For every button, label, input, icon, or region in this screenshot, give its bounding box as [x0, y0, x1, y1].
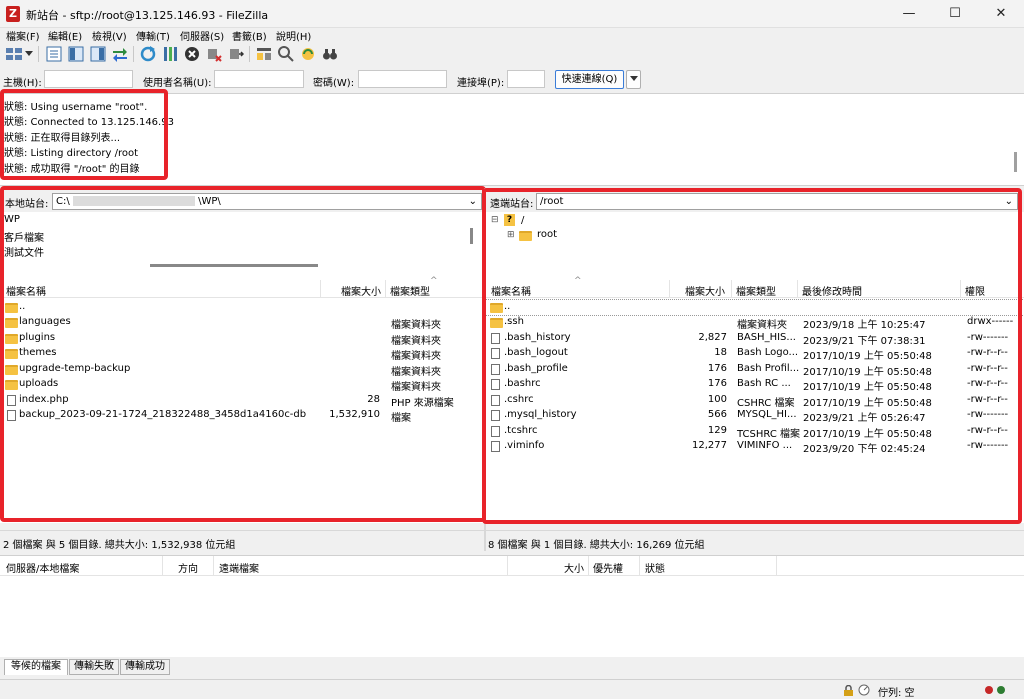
- tab-failed-transfers[interactable]: 傳輸失敗: [69, 659, 119, 675]
- quickconnect-dropdown-icon[interactable]: [626, 70, 641, 89]
- directory-comparison-icon[interactable]: [254, 44, 274, 64]
- column-divider[interactable]: [213, 556, 214, 576]
- tab-successful-transfers[interactable]: 傳輸成功: [120, 659, 170, 675]
- cancel-icon[interactable]: [182, 44, 202, 64]
- menu-bookmarks[interactable]: 書籤(B): [232, 28, 267, 43]
- remote-status-bar: 8 個檔案 與 1 個目錄. 總共大小: 16,269 位元組: [486, 530, 1024, 551]
- column-divider[interactable]: [588, 556, 589, 576]
- title-bar: Z 新站台 - sftp://root@13.125.146.93 - File…: [0, 0, 1024, 28]
- toolbar-divider: [38, 46, 39, 62]
- column-divider[interactable]: [507, 556, 508, 576]
- filezilla-icon: Z: [6, 6, 20, 22]
- menu-view[interactable]: 檢視(V): [92, 28, 127, 43]
- recv-led-icon: [985, 686, 993, 694]
- annotation-box-log: [0, 89, 168, 180]
- transfer-queue[interactable]: 伺服器/本地檔案 方向 遠端檔案 大小 優先權 狀態: [0, 555, 1024, 657]
- queue-status-text: 佇列: 空: [878, 688, 915, 699]
- queue-header-remote[interactable]: 遠端檔案: [219, 560, 259, 575]
- host-input[interactable]: [44, 70, 133, 88]
- toggle-remote-tree-icon[interactable]: [88, 44, 108, 64]
- menu-help[interactable]: 說明(H): [276, 28, 311, 43]
- tab-queued-files[interactable]: 等候的檔案: [4, 659, 68, 675]
- site-manager-icon[interactable]: [4, 44, 24, 64]
- process-queue-icon[interactable]: [160, 44, 180, 64]
- filter-icon[interactable]: [276, 44, 296, 64]
- reconnect-icon[interactable]: [226, 44, 246, 64]
- queue-header-direction[interactable]: 方向: [178, 560, 198, 575]
- maximize-icon[interactable]: ☐: [932, 0, 978, 28]
- column-divider[interactable]: [776, 556, 777, 576]
- toolbar-divider: [249, 46, 250, 62]
- local-status-bar: 2 個檔案 與 5 個目錄. 總共大小: 1,532,938 位元組: [0, 530, 484, 551]
- dropdown-arrow-icon[interactable]: [24, 44, 34, 64]
- password-input[interactable]: [358, 70, 447, 88]
- refresh-icon[interactable]: [138, 44, 158, 64]
- port-input[interactable]: [507, 70, 545, 88]
- remote-status-text: 8 個檔案 與 1 個目錄. 總共大小: 16,269 位元組: [488, 540, 705, 551]
- disconnect-icon[interactable]: [204, 44, 224, 64]
- lock-icon: [843, 684, 854, 696]
- queue-header: 伺服器/本地檔案 方向 遠端檔案 大小 優先權 狀態: [0, 556, 1024, 576]
- menu-file[interactable]: 檔案(F): [6, 28, 40, 43]
- password-label: 密碼(W):: [313, 78, 355, 89]
- port-label: 連接埠(P):: [457, 78, 505, 89]
- status-bar: 佇列: 空: [0, 679, 1024, 699]
- search-icon[interactable]: [320, 44, 340, 64]
- menu-transfer[interactable]: 傳輸(T): [136, 28, 170, 43]
- log-scrollbar[interactable]: [1014, 152, 1017, 172]
- window-title: 新站台 - sftp://root@13.125.146.93 - FileZi…: [26, 9, 269, 22]
- column-divider[interactable]: [162, 556, 163, 576]
- local-status-text: 2 個檔案 與 5 個目錄. 總共大小: 1,532,938 位元組: [3, 540, 236, 551]
- toolbar: [0, 42, 1024, 66]
- column-divider[interactable]: [639, 556, 640, 576]
- queue-header-status[interactable]: 狀態: [645, 560, 665, 575]
- quickconnect-button[interactable]: 快速連線(Q): [555, 70, 624, 89]
- close-icon[interactable]: ✕: [978, 0, 1024, 28]
- username-input[interactable]: [214, 70, 304, 88]
- send-led-icon: [997, 686, 1005, 694]
- queue-header-size[interactable]: 大小: [564, 560, 584, 575]
- queue-header-priority[interactable]: 優先權: [593, 560, 623, 575]
- menu-server[interactable]: 伺服器(S): [180, 28, 224, 43]
- annotation-box-remote: [482, 188, 1022, 524]
- menu-edit[interactable]: 編輯(E): [48, 28, 82, 43]
- minimize-icon[interactable]: —: [886, 0, 932, 28]
- toggle-queue-icon[interactable]: [110, 44, 130, 64]
- toggle-log-icon[interactable]: [44, 44, 64, 64]
- queue-header-local[interactable]: 伺服器/本地檔案: [6, 560, 79, 575]
- username-label: 使用者名稱(U):: [143, 78, 212, 89]
- sync-browse-icon[interactable]: [298, 44, 318, 64]
- speed-limit-icon[interactable]: [858, 684, 870, 696]
- annotation-box-local: [0, 186, 486, 522]
- toolbar-divider: [133, 46, 134, 62]
- toggle-local-tree-icon[interactable]: [66, 44, 86, 64]
- host-label: 主機(H):: [3, 78, 42, 89]
- menu-bar: 檔案(F) 編輯(E) 檢視(V) 傳輸(T) 伺服器(S) 書籤(B) 說明(…: [0, 28, 1024, 43]
